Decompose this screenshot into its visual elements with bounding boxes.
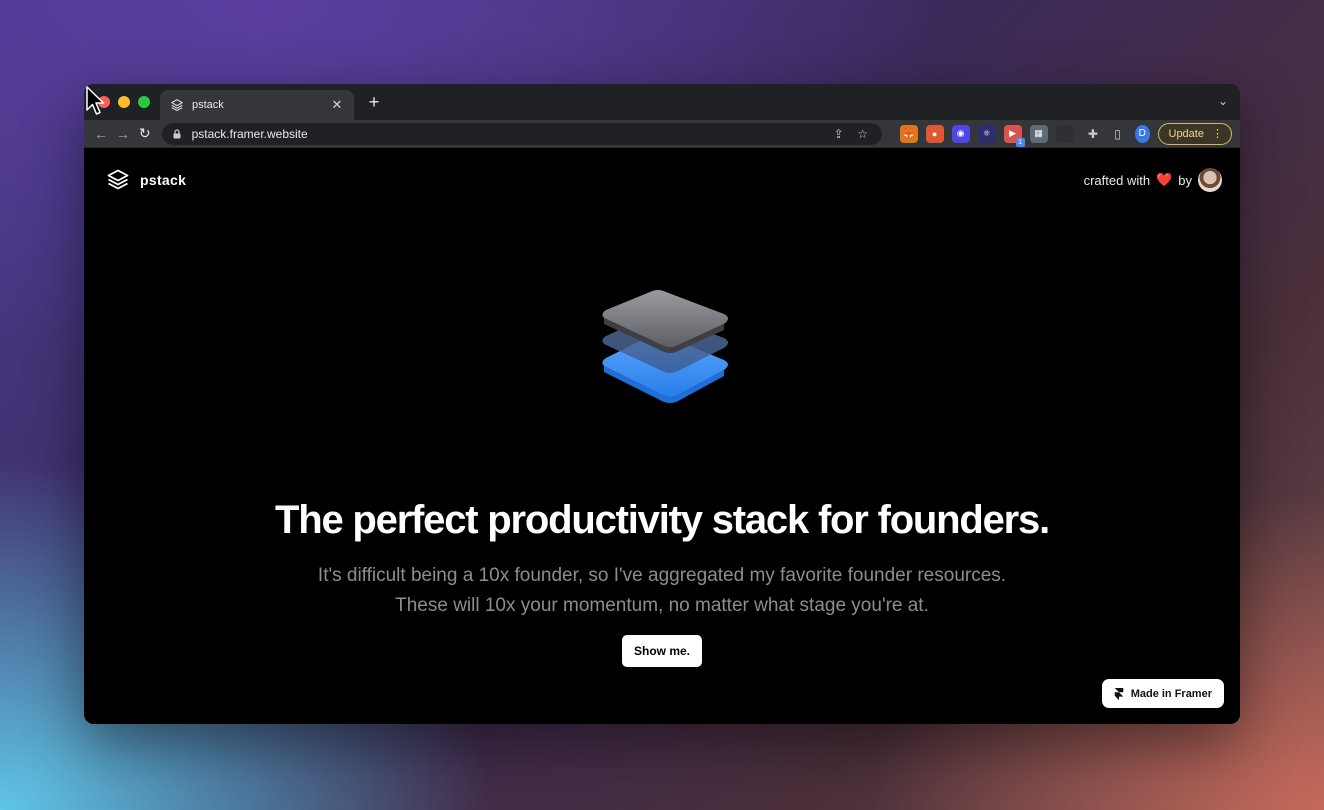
puzzle-extensions-icon[interactable]: ✚ (1086, 125, 1101, 143)
framer-logo-icon (1114, 687, 1124, 700)
site-logo[interactable]: pstack (106, 168, 186, 192)
update-label: Update (1168, 127, 1204, 140)
maximize-window-button[interactable] (138, 96, 150, 108)
author-avatar[interactable] (1198, 168, 1222, 192)
back-arrow-icon[interactable]: ← (92, 123, 110, 145)
minimize-window-button[interactable] (118, 96, 130, 108)
stacked-layers-illustration (602, 290, 728, 403)
heart-icon: ❤️ (1156, 172, 1173, 187)
mouse-cursor-icon (86, 86, 105, 115)
hero-headline: The perfect productivity stack for found… (274, 498, 1050, 542)
react-devtools-extension-icon[interactable]: ⚛ (977, 124, 996, 143)
stack-favicon-icon (170, 98, 184, 112)
credit-suffix: by (1178, 172, 1192, 188)
duckduckgo-extension-icon[interactable]: ● (925, 124, 944, 143)
tab-pstack[interactable]: pstack ✕ (160, 90, 354, 120)
bookmark-star-icon[interactable]: ☆ (854, 125, 872, 143)
chat-extension-icon[interactable]: ◉ (951, 124, 970, 143)
chat-extension-glyph: ◉ (956, 128, 965, 138)
forward-arrow-icon[interactable]: → (114, 123, 132, 145)
extension-badge: 1 (1015, 137, 1025, 147)
credit: crafted with ❤️ by (1084, 168, 1222, 192)
show-me-button[interactable]: Show me. (622, 635, 702, 667)
browser-toolbar: ← → ↻ pstack.framer.website ⇪ ☆ 🦊 ● ◉ ⚛ ▶ 1 ▦ … (84, 120, 1240, 148)
duckduckgo-extension-glyph: ● (931, 128, 938, 139)
metamask-extension-glyph: 🦊 (903, 128, 915, 138)
made-in-framer-badge[interactable]: Made in Framer (1101, 679, 1224, 708)
tab-search-chevron-icon[interactable]: ⌄ (1218, 94, 1228, 108)
react-devtools-extension-glyph: ⚛ (982, 128, 991, 138)
share-icon[interactable]: ⇪ (830, 125, 848, 143)
page-content: pstack crafted with ❤️ by The perfect pr… (84, 148, 1240, 724)
browser-window: pstack ✕ + ⌄ ← → ↻ pstack.framer.website… (84, 84, 1240, 724)
stack-logo-icon (106, 168, 130, 192)
kebab-menu-icon: ⋮ (1211, 128, 1223, 140)
hero-subheadline: It's difficult being a 10x founder, so I… (317, 565, 1007, 616)
tab-title: pstack (192, 99, 224, 111)
grid-extension-glyph: ▦ (1034, 128, 1043, 138)
profile-avatar[interactable]: D (1134, 124, 1150, 143)
extensions-row: 🦊 ● ◉ ⚛ ▶ 1 ▦ (899, 124, 1074, 147)
grid-extension-icon[interactable]: ▦ (1029, 124, 1048, 143)
camera-extension-icon[interactable]: ▶ 1 (1003, 124, 1025, 147)
badge-label: Made in Framer (1130, 687, 1212, 700)
reload-icon[interactable]: ↻ (136, 123, 154, 145)
update-button[interactable]: Update ⋮ (1157, 122, 1232, 145)
side-panel-icon[interactable]: ▯ (1110, 125, 1125, 143)
close-tab-icon[interactable]: ✕ (330, 97, 344, 113)
camera-extension-glyph: ▶ (1009, 128, 1017, 138)
credit-prefix: crafted with (1083, 172, 1151, 188)
logo-name: pstack (140, 172, 187, 188)
tab-bar: pstack ✕ + ⌄ (84, 84, 1240, 120)
lock-icon (172, 128, 182, 139)
address-bar[interactable]: pstack.framer.website ⇪ ☆ (161, 122, 882, 145)
new-tab-button[interactable]: + (364, 92, 384, 112)
metamask-extension-icon[interactable]: 🦊 (899, 124, 918, 143)
hidden-extension-icon[interactable] (1055, 124, 1074, 143)
url-text: pstack.framer.website (191, 126, 308, 141)
